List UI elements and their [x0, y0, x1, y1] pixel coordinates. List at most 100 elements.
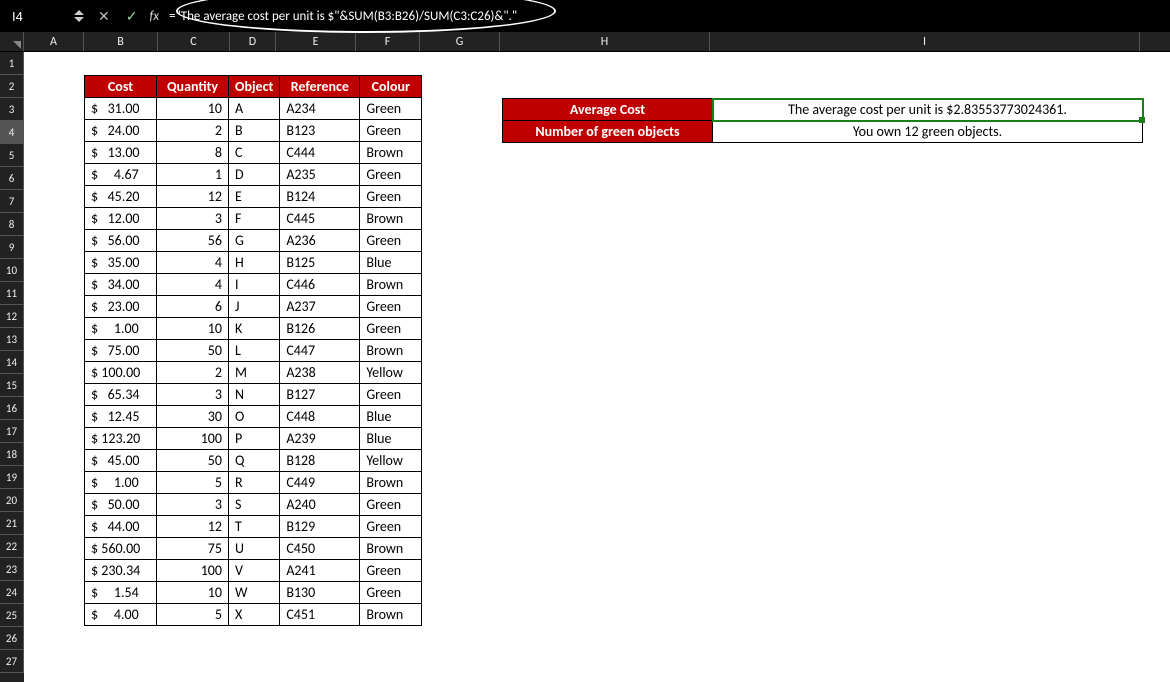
- cell[interactable]: Green: [360, 186, 422, 208]
- summary-label[interactable]: Number of green objects: [503, 121, 713, 143]
- cell[interactable]: C449: [280, 472, 360, 494]
- cell[interactable]: B123: [280, 120, 360, 142]
- cell[interactable]: C447: [280, 340, 360, 362]
- cell[interactable]: T: [229, 516, 280, 538]
- cell[interactable]: 2: [157, 362, 229, 384]
- cell[interactable]: Brown: [360, 274, 422, 296]
- cell[interactable]: R: [229, 472, 280, 494]
- cell[interactable]: Yellow: [360, 450, 422, 472]
- cell[interactable]: Brown: [360, 538, 422, 560]
- cell[interactable]: Green: [360, 230, 422, 252]
- cell[interactable]: 100: [157, 428, 229, 450]
- cell[interactable]: $ 24.00: [85, 120, 157, 142]
- cell[interactable]: C451: [280, 604, 360, 626]
- cell[interactable]: A: [229, 98, 280, 120]
- cell[interactable]: 100: [157, 560, 229, 582]
- cell[interactable]: Yellow: [360, 362, 422, 384]
- row-header-8[interactable]: 8: [0, 213, 24, 236]
- cell[interactable]: 50: [157, 450, 229, 472]
- cell[interactable]: A239: [280, 428, 360, 450]
- chevron-down-icon[interactable]: [74, 17, 84, 22]
- table-header[interactable]: Colour: [360, 76, 422, 98]
- cell[interactable]: A238: [280, 362, 360, 384]
- column-header-F[interactable]: F: [356, 32, 420, 51]
- row-header-6[interactable]: 6: [0, 167, 24, 190]
- cell[interactable]: D: [229, 164, 280, 186]
- cell[interactable]: $ 4.00: [85, 604, 157, 626]
- cell[interactable]: S: [229, 494, 280, 516]
- table-header[interactable]: Cost: [85, 76, 157, 98]
- cell[interactable]: G: [229, 230, 280, 252]
- cell[interactable]: $ 12.00: [85, 208, 157, 230]
- row-header-15[interactable]: 15: [0, 374, 24, 397]
- cell[interactable]: C446: [280, 274, 360, 296]
- cell[interactable]: 30: [157, 406, 229, 428]
- cell[interactable]: U: [229, 538, 280, 560]
- cell[interactable]: Brown: [360, 142, 422, 164]
- row-header-17[interactable]: 17: [0, 420, 24, 443]
- cell[interactable]: B126: [280, 318, 360, 340]
- cell[interactable]: 3: [157, 208, 229, 230]
- formula-input[interactable]: [165, 5, 1162, 27]
- cell[interactable]: E: [229, 186, 280, 208]
- row-header-23[interactable]: 23: [0, 558, 24, 581]
- cell[interactable]: $ 1.54: [85, 582, 157, 604]
- cell[interactable]: N: [229, 384, 280, 406]
- cell[interactable]: Brown: [360, 208, 422, 230]
- cell[interactable]: Green: [360, 164, 422, 186]
- table-header[interactable]: Reference: [280, 76, 360, 98]
- fx-icon[interactable]: fx: [149, 9, 159, 24]
- cell[interactable]: $ 23.00: [85, 296, 157, 318]
- column-header-G[interactable]: G: [420, 32, 500, 51]
- row-header-22[interactable]: 22: [0, 535, 24, 558]
- cell[interactable]: Green: [360, 516, 422, 538]
- cell[interactable]: 4: [157, 274, 229, 296]
- cell[interactable]: I: [229, 274, 280, 296]
- row-header-9[interactable]: 9: [0, 236, 24, 259]
- cell[interactable]: C445: [280, 208, 360, 230]
- row-header-7[interactable]: 7: [0, 190, 24, 213]
- column-header-I[interactable]: I: [710, 32, 1140, 51]
- cell[interactable]: $ 560.00: [85, 538, 157, 560]
- cell[interactable]: $ 31.00: [85, 98, 157, 120]
- cell[interactable]: Brown: [360, 604, 422, 626]
- cell[interactable]: K: [229, 318, 280, 340]
- cell[interactable]: Blue: [360, 428, 422, 450]
- cell[interactable]: $ 45.00: [85, 450, 157, 472]
- namebox-stepper[interactable]: [74, 10, 84, 22]
- cell[interactable]: B130: [280, 582, 360, 604]
- row-header-26[interactable]: 26: [0, 627, 24, 650]
- summary-value[interactable]: The average cost per unit is $2.83553773…: [713, 99, 1143, 121]
- cell[interactable]: 4: [157, 252, 229, 274]
- row-header-16[interactable]: 16: [0, 397, 24, 420]
- cell[interactable]: $ 4.67: [85, 164, 157, 186]
- cell[interactable]: $ 13.00: [85, 142, 157, 164]
- cell[interactable]: Q: [229, 450, 280, 472]
- cell[interactable]: 50: [157, 340, 229, 362]
- cell[interactable]: Brown: [360, 472, 422, 494]
- summary-value[interactable]: You own 12 green objects.: [713, 121, 1143, 143]
- select-all-triangle[interactable]: [0, 32, 24, 51]
- cell[interactable]: V: [229, 560, 280, 582]
- cell[interactable]: 8: [157, 142, 229, 164]
- cell[interactable]: $ 65.34: [85, 384, 157, 406]
- cell[interactable]: Green: [360, 384, 422, 406]
- cell[interactable]: A234: [280, 98, 360, 120]
- cell[interactable]: Green: [360, 494, 422, 516]
- cell[interactable]: 12: [157, 516, 229, 538]
- cell[interactable]: $ 45.20: [85, 186, 157, 208]
- row-header-19[interactable]: 19: [0, 466, 24, 489]
- cell[interactable]: $ 12.45: [85, 406, 157, 428]
- cell[interactable]: C450: [280, 538, 360, 560]
- row-header-5[interactable]: 5: [0, 144, 24, 167]
- cell[interactable]: $ 1.00: [85, 318, 157, 340]
- cell[interactable]: 12: [157, 186, 229, 208]
- cell[interactable]: Green: [360, 560, 422, 582]
- cell[interactable]: A240: [280, 494, 360, 516]
- cell[interactable]: A236: [280, 230, 360, 252]
- column-header-H[interactable]: H: [500, 32, 710, 51]
- column-header-A[interactable]: A: [24, 32, 84, 51]
- cell[interactable]: B127: [280, 384, 360, 406]
- cell[interactable]: Green: [360, 318, 422, 340]
- cell[interactable]: $ 56.00: [85, 230, 157, 252]
